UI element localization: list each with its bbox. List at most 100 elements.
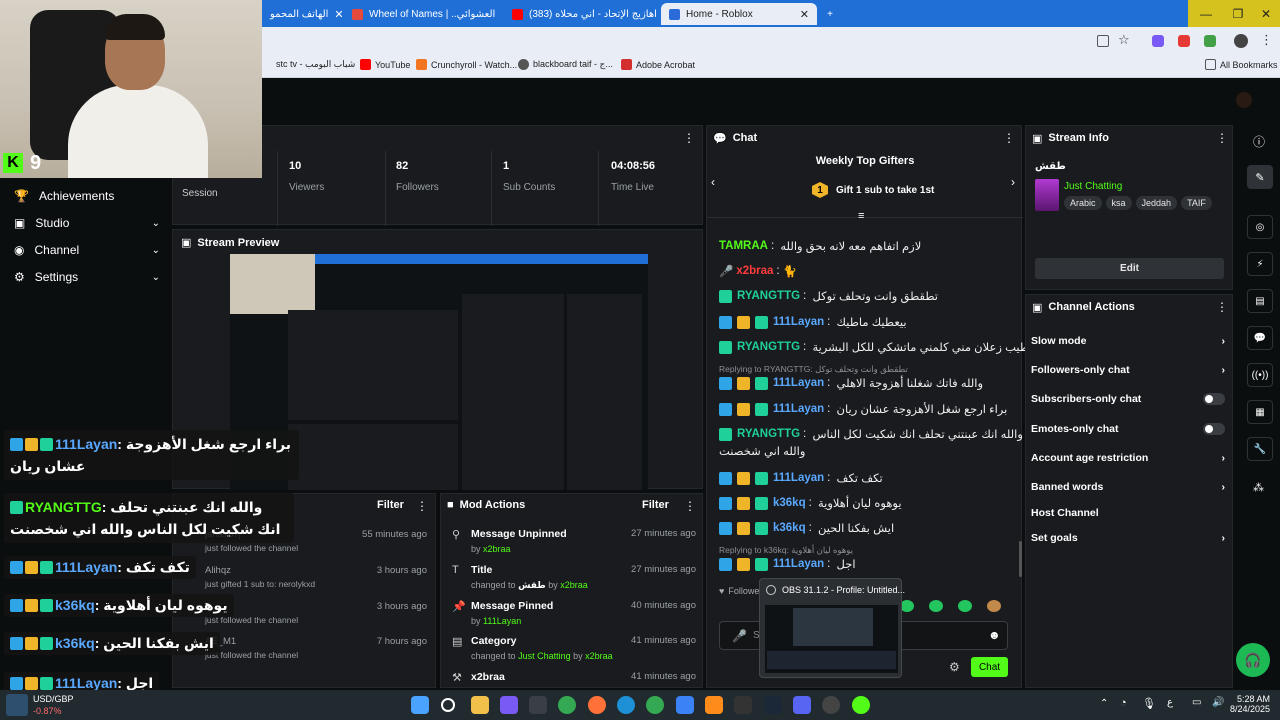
menu-dots-icon[interactable]: ⋮ [1260,32,1273,48]
close-window-icon[interactable]: ✕ [1252,0,1280,27]
tray-icon[interactable]: ◔ [1120,697,1127,709]
pinned-icon[interactable]: ≡ [858,210,864,222]
menu-dots-icon[interactable]: ⋮ [1216,131,1228,145]
account-age-item[interactable]: Account age restriction › [1031,452,1225,464]
obs-icon[interactable] [822,696,840,714]
broadcast-icon[interactable]: ((•)) [1247,363,1273,387]
sidebar-item-studio[interactable]: ▣ Studio ⌄ [14,216,160,230]
chat-settings-gear-icon[interactable]: ⚙ [949,660,960,674]
info-icon[interactable]: ⓘ [1253,133,1265,150]
profile-avatar[interactable] [1234,34,1248,48]
chat-scrollbar[interactable] [1019,541,1022,577]
obs-taskbar-preview[interactable]: OBS 31.1.2 - Profile: Untitled... [759,578,905,678]
edit-icon[interactable]: ✎ [1247,165,1273,189]
sidebar-item-achievements[interactable]: 🏆 Achievements [14,189,160,203]
emotes-only-toggle[interactable] [1203,423,1225,435]
browser-tab-active[interactable]: Home - Roblox ✕ [661,3,817,25]
file-explorer-icon[interactable] [471,696,489,714]
bookmark[interactable]: stc tv - شباب البومب [276,59,355,70]
tag[interactable]: TAIF [1181,196,1212,210]
tag[interactable]: Arabic [1064,196,1102,210]
emote-icon[interactable] [929,600,943,612]
close-icon[interactable]: ✕ [800,8,809,21]
user-avatar[interactable] [1236,92,1252,108]
camera-icon[interactable]: ◎ [1247,215,1273,239]
followers-only-item[interactable]: Followers-only chat › [1031,364,1225,376]
emoji-icon[interactable]: ☻ [988,628,1001,642]
firefox-icon[interactable] [588,696,606,714]
layout-icon[interactable]: ▦ [1247,400,1273,424]
bookmark[interactable]: blackboard taif - ج... [518,59,613,70]
set-goals-item[interactable]: Set goals › [1031,532,1225,544]
browser-tab[interactable]: Wheel of Names | ..سم العشوائي✕ [344,3,496,25]
maximize-icon[interactable]: ❐ [1220,0,1256,27]
channel-actions-header: ▣ Channel Actions [1032,301,1135,314]
start-icon[interactable] [411,696,429,714]
stock-widget-icon[interactable] [6,694,28,716]
support-headset-icon[interactable]: 🎧 [1236,643,1270,677]
all-bookmarks[interactable]: All Bookmarks [1205,59,1278,70]
menu-dots-icon[interactable]: ⋮ [1216,300,1228,314]
emote-icon[interactable] [958,600,972,612]
sidebar-item-settings[interactable]: ⚙ Settings ⌄ [14,270,160,284]
host-channel-item[interactable]: Host Channel [1031,507,1225,519]
app-icon[interactable] [852,696,870,714]
new-tab-button[interactable]: + [820,3,840,25]
menu-dots-icon[interactable]: ⋮ [684,499,696,513]
language-icon[interactable]: ع [1167,697,1173,708]
copilot-icon[interactable] [500,696,518,714]
category-link[interactable]: Just Chatting [1064,181,1122,192]
tag[interactable]: ksa [1105,196,1132,210]
translate-icon[interactable] [1097,35,1109,47]
extension-icon[interactable] [1152,35,1164,47]
menu-dots-icon[interactable]: ⋮ [1003,131,1015,145]
filter-button[interactable]: Filter [377,499,404,511]
network-icon[interactable]: ▭ [1192,697,1201,708]
emote-icon[interactable] [987,600,1001,612]
microphone-icon[interactable]: 🎙 [1142,697,1156,710]
tag[interactable]: Jeddah [1135,196,1178,210]
slow-mode-item[interactable]: Slow mode › [1031,335,1225,347]
volume-icon[interactable]: 🔊 [1212,697,1224,708]
banned-words-item[interactable]: Banned words › [1031,481,1225,493]
star-icon[interactable]: ☆ [1118,32,1130,48]
gift-sub-cta[interactable]: Gift 1 sub to take 1st [836,185,934,196]
store-icon[interactable] [529,696,547,714]
browser-tab[interactable]: (383) اهازيج الإتحاد - اني محلاه✕ [504,3,656,25]
clock[interactable]: 5:28 AM 8/24/2025 [1230,694,1270,714]
minimize-icon[interactable]: — [1188,0,1224,27]
chat-icon[interactable]: 💬 [1247,326,1273,350]
chrome-icon[interactable] [558,696,576,714]
send-chat-button[interactable]: Chat [971,657,1008,677]
extension-icon[interactable] [1178,35,1190,47]
edit-button[interactable]: Edit [1035,258,1224,279]
menu-dots-icon[interactable]: ⋮ [683,131,695,145]
app-icon[interactable] [676,696,694,714]
edge-icon[interactable] [617,696,635,714]
extension-icon[interactable] [1204,35,1216,47]
sidebar-item-channel[interactable]: ◉ Channel ⌄ [14,243,160,257]
bookmark[interactable]: Crunchyroll - Watch... [416,59,517,70]
steam-icon[interactable] [764,696,782,714]
wrench-icon[interactable]: 🔧 [1247,437,1273,461]
menu-dots-icon[interactable]: ⋮ [416,499,428,513]
close-icon[interactable]: ✕ [334,8,342,21]
chevron-right-icon[interactable]: › [1011,175,1015,189]
chrome-icon[interactable] [646,696,664,714]
browser-tab[interactable]: الهاتف المحمو ✕ [262,3,342,25]
app-icon[interactable] [705,696,723,714]
filter-button[interactable]: Filter [642,499,669,511]
apps-icon[interactable]: ⁂ [1253,481,1264,494]
subscribers-only-toggle[interactable] [1203,393,1225,405]
lightning-icon[interactable]: ⚡ [1247,252,1273,276]
app-icon[interactable] [734,696,752,714]
bookmark[interactable]: YouTube [360,59,410,70]
chevron-left-icon[interactable]: ‹ [711,175,715,189]
tray-chevron-icon[interactable]: ⌃ [1100,698,1108,709]
bookmark[interactable]: Adobe Acrobat [621,59,695,70]
search-icon[interactable] [441,698,455,712]
clipboard-icon[interactable]: ▤ [1247,289,1273,313]
emote-bar [900,600,1001,612]
emote-icon[interactable] [900,600,914,612]
discord-icon[interactable] [793,696,811,714]
